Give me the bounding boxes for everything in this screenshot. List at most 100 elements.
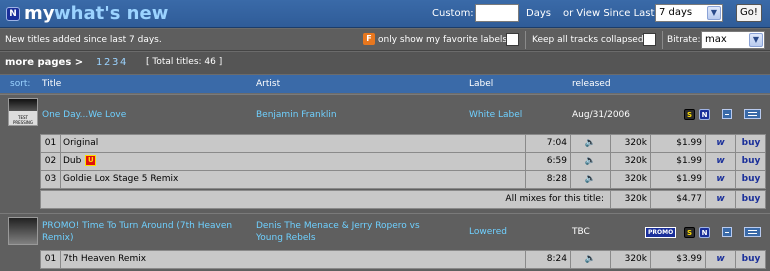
track-time: 8:24	[526, 251, 571, 268]
track-number: 02	[41, 153, 61, 170]
divider	[525, 31, 526, 49]
cover-art	[9, 218, 37, 244]
track-number: 03	[41, 171, 61, 188]
more-pages-label: more pages >	[5, 57, 84, 68]
favorite-labels-checkbox[interactable]	[506, 33, 519, 46]
expand-all-icon[interactable]	[744, 227, 761, 237]
track-name-text: Original	[63, 138, 99, 148]
speaker-icon[interactable]: 🔈	[571, 171, 611, 188]
wishlist-button[interactable]: w	[706, 251, 736, 268]
logo-n-icon: N	[6, 7, 20, 21]
track-name: Original	[61, 135, 526, 152]
release-label[interactable]: White Label	[469, 110, 522, 120]
wishlist-button[interactable]: w	[706, 191, 736, 208]
wishlist-button[interactable]: w	[706, 153, 736, 170]
chevron-down-icon[interactable]: ▼	[749, 33, 763, 47]
bitrate-select[interactable]: max ▼	[701, 31, 765, 49]
all-mixes-bitrate: 320k	[611, 191, 651, 208]
track-number: 01	[41, 135, 61, 152]
all-mixes-price: $4.77	[651, 191, 706, 208]
all-mixes-label: All mixes for this title:	[41, 191, 611, 208]
collapse-icon[interactable]	[722, 109, 732, 119]
go-button[interactable]: Go!	[736, 4, 762, 22]
favorite-labels-label: only show my favorite labels:	[378, 35, 511, 45]
track-row[interactable]: 02 Dub U 6:59 🔈 320k $1.99 w buy	[40, 152, 766, 171]
chevron-down-icon[interactable]: ▼	[707, 6, 721, 20]
buy-button[interactable]: buy	[736, 171, 766, 188]
track-bitrate: 320k	[611, 171, 651, 188]
track-price: $1.99	[651, 171, 706, 188]
sort-released[interactable]: released	[572, 79, 611, 89]
collapse-tracks-checkbox[interactable]	[643, 33, 656, 46]
release-artist-line2[interactable]: Young Rebels	[256, 233, 316, 243]
release-title[interactable]: One Day...We Love	[42, 110, 126, 120]
top-bar: N my what's new Custom: Days or View Sin…	[0, 0, 770, 28]
u-badge-icon: U	[85, 155, 97, 166]
speaker-icon[interactable]: 🔈	[571, 135, 611, 152]
track-name-text: 7th Heaven Remix	[63, 254, 147, 264]
release-row: TEST PRESSING One Day...We Love Benjamin…	[0, 94, 770, 213]
track-row[interactable]: 01 Original 7:04 🔈 320k $1.99 w buy	[40, 134, 766, 153]
page-link-1[interactable]: 1	[96, 57, 102, 68]
track-bitrate: 320k	[611, 251, 651, 268]
sort-title[interactable]: Title	[42, 79, 61, 89]
bitrate-select-value: max	[705, 34, 727, 45]
speaker-icon[interactable]: 🔈	[571, 153, 611, 170]
track-time: 8:28	[526, 171, 571, 188]
days-label: Days	[526, 8, 551, 19]
cover-text: TEST PRESSING	[12, 115, 34, 125]
track-number: 01	[41, 251, 61, 268]
wishlist-button[interactable]: w	[706, 135, 736, 152]
collapse-icon[interactable]	[722, 227, 732, 237]
page-link-3[interactable]: 3	[112, 57, 118, 68]
track-name-text: Dub	[63, 156, 82, 166]
all-mixes-row[interactable]: All mixes for this title: 320k $4.77 w b…	[40, 190, 766, 209]
page-link-4[interactable]: 4	[120, 57, 126, 68]
buy-button[interactable]: buy	[736, 153, 766, 170]
expand-all-icon[interactable]	[744, 109, 761, 119]
release-artist-line1[interactable]: Denis The Menace & Jerry Ropero vs	[256, 221, 420, 231]
release-title-line2[interactable]: Remix)	[42, 233, 74, 243]
track-bitrate: 320k	[611, 135, 651, 152]
buy-button[interactable]: buy	[736, 191, 766, 208]
track-name-text: Goldie Lox Stage 5 Remix	[63, 174, 179, 184]
custom-days-input[interactable]	[475, 4, 519, 22]
favorite-icon: F	[363, 33, 375, 45]
cover-thumbnail[interactable]: TEST PRESSING	[8, 98, 38, 126]
bitrate-label: Bitrate:	[667, 35, 701, 45]
promo-badge: PROMO	[645, 227, 677, 238]
buy-button[interactable]: buy	[736, 251, 766, 268]
speaker-icon[interactable]: 🔈	[571, 251, 611, 268]
since-select-value: 7 days	[659, 7, 693, 18]
since-label: or View Since Last:	[563, 8, 658, 19]
track-time: 6:59	[526, 153, 571, 170]
track-row[interactable]: 01 7th Heaven Remix 8:24 🔈 320k $3.99 w …	[40, 250, 766, 269]
collapse-tracks-label: Keep all tracks collapsed:	[532, 35, 647, 45]
column-header: sort: Title Artist Label released	[0, 75, 770, 93]
track-bitrate: 320k	[611, 153, 651, 170]
sort-artist[interactable]: Artist	[256, 79, 280, 89]
release-date: TBC	[572, 227, 590, 237]
release-title-line1[interactable]: PROMO! Time To Turn Around (7th Heaven	[42, 221, 232, 231]
track-row[interactable]: 03 Goldie Lox Stage 5 Remix 8:28 🔈 320k …	[40, 170, 766, 189]
buy-button[interactable]: buy	[736, 135, 766, 152]
since-select[interactable]: 7 days ▼	[655, 4, 723, 22]
cover-art	[9, 99, 37, 111]
logo-my: my	[24, 3, 55, 24]
track-price: $3.99	[651, 251, 706, 268]
release-row: PROMO! Time To Turn Around (7th Heaven R…	[0, 213, 770, 271]
sort-label-column[interactable]: Label	[469, 79, 493, 89]
total-titles: [ Total titles: 46 ]	[146, 57, 223, 67]
track-name: Dub U	[61, 153, 526, 170]
cover-thumbnail[interactable]	[8, 217, 38, 245]
track-time: 7:04	[526, 135, 571, 152]
logo-whats-new: what's new	[54, 3, 169, 24]
s-badge-icon: S	[684, 109, 695, 120]
release-artist[interactable]: Benjamin Franklin	[256, 110, 337, 120]
summary-text: New titles added since last 7 days.	[5, 35, 162, 45]
n-badge-icon: N	[699, 109, 710, 120]
release-label[interactable]: Lowered	[469, 227, 507, 237]
page-link-2[interactable]: 2	[104, 57, 110, 68]
custom-label: Custom:	[432, 8, 474, 19]
wishlist-button[interactable]: w	[706, 171, 736, 188]
